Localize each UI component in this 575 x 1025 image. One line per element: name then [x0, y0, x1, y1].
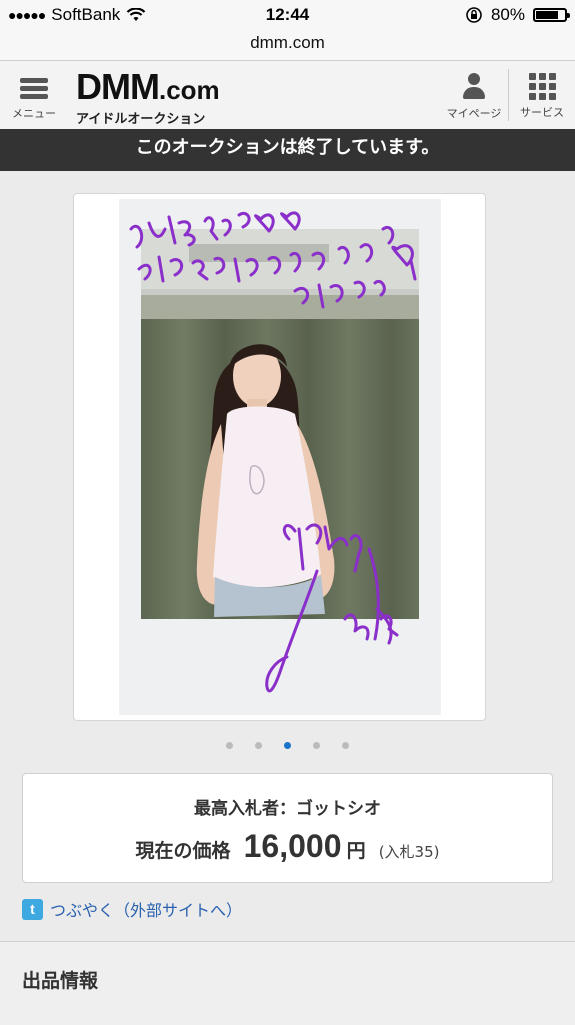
status-bar: ●●●●● SoftBank 12:44 80%: [0, 0, 575, 30]
bid-count: (入札35): [378, 843, 440, 861]
header-divider: [508, 69, 509, 121]
site-header: メニュー DMM.com アイドルオークション マイページ サービス: [0, 61, 575, 130]
hamburger-icon: [20, 78, 48, 99]
user-icon: [462, 73, 486, 101]
address-bar[interactable]: dmm.com: [0, 30, 575, 61]
carousel-dot[interactable]: [313, 742, 320, 749]
logo-suffix: .com: [158, 75, 220, 105]
carousel-dot[interactable]: [342, 742, 349, 749]
logo-main: DMM: [76, 66, 160, 107]
carousel-dot[interactable]: [226, 742, 233, 749]
mypage-label: マイページ: [446, 107, 502, 120]
price-row: 現在の価格 16,000 円 (入札35): [23, 828, 552, 865]
price-label: 現在の価格: [135, 840, 231, 862]
current-price: 16,000: [243, 828, 342, 864]
carousel-dot[interactable]: [284, 742, 291, 749]
services-label: サービス: [520, 106, 564, 119]
section-title: 出品情報: [22, 970, 99, 992]
grid-icon: [528, 73, 556, 100]
dmm-logo[interactable]: DMM.com アイドルオークション: [76, 66, 220, 128]
highest-bidder: 最高入札者：ゴットシオ: [194, 799, 381, 819]
twitter-icon[interactable]: t: [22, 898, 43, 920]
menu-label: メニュー: [12, 107, 56, 120]
battery-percent: 80%: [490, 5, 525, 24]
bid-info-box: 最高入札者：ゴットシオ 現在の価格 16,000 円 (入札35): [22, 773, 553, 883]
menu-button[interactable]: メニュー: [6, 71, 62, 125]
battery-icon: [533, 8, 570, 22]
carousel-dot[interactable]: [255, 742, 262, 749]
url-text[interactable]: dmm.com: [250, 33, 325, 52]
logo-subtitle: アイドルオークション: [76, 112, 206, 127]
rotation-lock-icon: [466, 7, 482, 23]
product-image-card[interactable]: [73, 193, 486, 721]
tweet-link[interactable]: つぶやく（外部サイトへ）: [50, 897, 242, 921]
listing-info-section: 出品情報: [0, 941, 575, 1025]
services-button[interactable]: サービス: [513, 71, 571, 125]
mypage-button[interactable]: マイページ: [446, 71, 502, 125]
tweet-share[interactable]: t つぶやく（外部サイトへ）: [22, 897, 242, 921]
product-photo[interactable]: [119, 199, 441, 715]
auction-ended-banner: このオークションは終了しています。: [0, 129, 575, 171]
carousel-indicator[interactable]: [0, 734, 575, 753]
currency-unit: 円: [346, 840, 366, 862]
